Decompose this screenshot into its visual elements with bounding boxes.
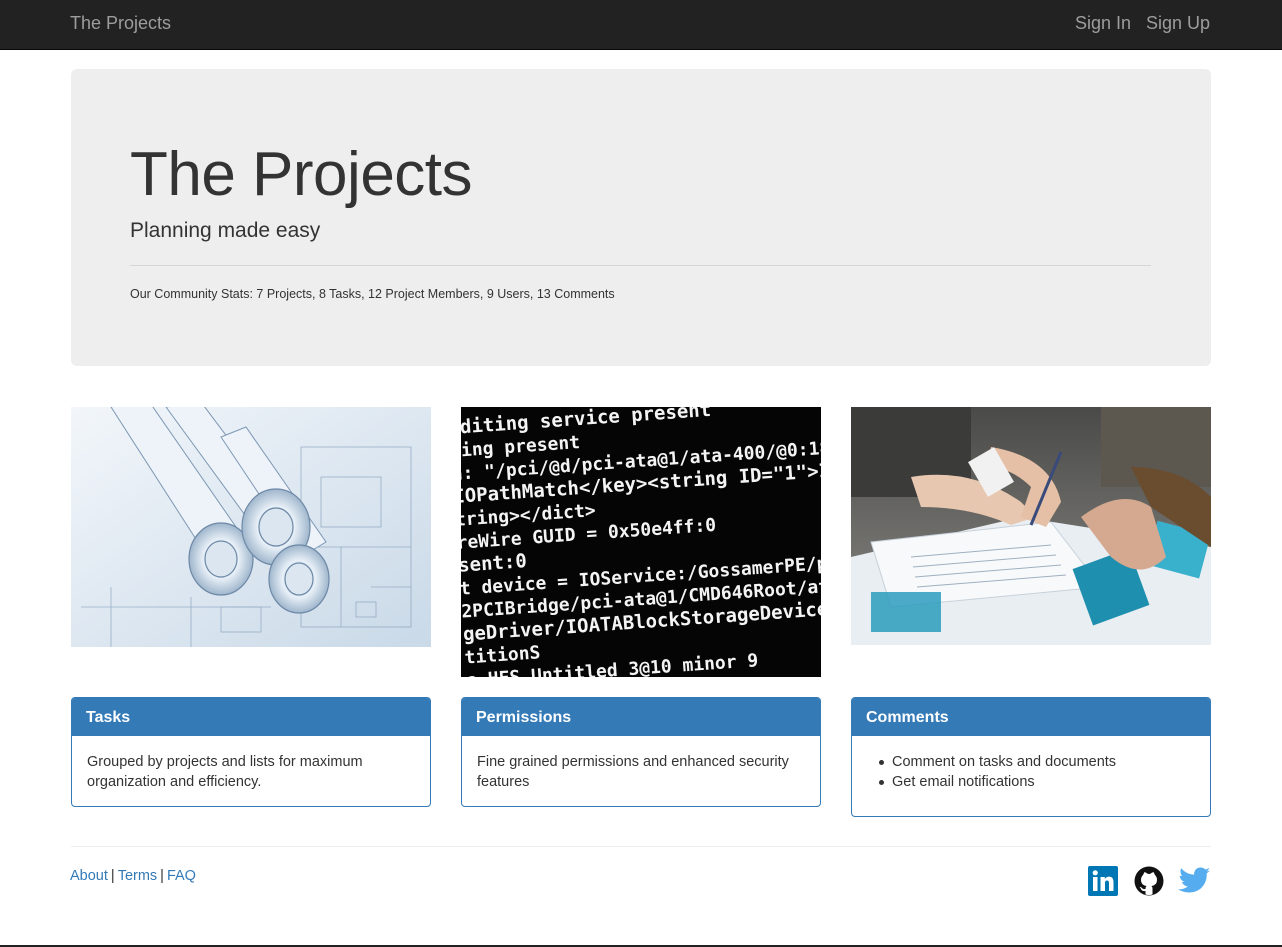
separator: | bbox=[160, 868, 164, 884]
linkedin-icon[interactable] bbox=[1088, 866, 1118, 896]
page-subtitle: Planning made easy bbox=[130, 219, 321, 242]
panel-title: Comments bbox=[852, 698, 1210, 736]
feature-list: Comment on tasks and documents Get email… bbox=[852, 752, 1196, 792]
separator: | bbox=[110, 868, 115, 884]
divider bbox=[130, 265, 1151, 266]
about-link[interactable]: About bbox=[70, 868, 108, 884]
panel-body: Fine grained permissions and enhanced se… bbox=[477, 754, 789, 790]
github-icon[interactable] bbox=[1134, 866, 1164, 896]
list-item: Comment on tasks and documents bbox=[879, 752, 1196, 772]
panel-body: Comment on tasks and documents Get email… bbox=[852, 736, 1210, 792]
footer-divider bbox=[71, 846, 1211, 847]
tasks-panel: Tasks Grouped by projects and lists for … bbox=[71, 697, 431, 807]
panel-body: Grouped by projects and lists for maximu… bbox=[87, 754, 363, 790]
list-item: Get email notifications bbox=[879, 772, 1196, 792]
blueprints-image bbox=[71, 407, 431, 647]
terminal-code-image: uditing service present ting present h: "/… bbox=[461, 407, 821, 677]
panel-title: Tasks bbox=[72, 698, 430, 736]
permissions-panel: Permissions Fine grained permissions and… bbox=[461, 697, 821, 807]
navbar: The Projects Sign In Sign Up bbox=[0, 0, 1282, 50]
terms-link[interactable]: Terms bbox=[118, 868, 157, 884]
page-title: The Projects bbox=[130, 140, 473, 209]
faq-link[interactable]: FAQ bbox=[167, 868, 196, 884]
sign-up-link[interactable]: Sign Up bbox=[1146, 13, 1210, 34]
community-stats: Our Community Stats: 7 Projects, 8 Tasks… bbox=[130, 287, 615, 301]
footer-links: About | Terms | FAQ bbox=[70, 868, 196, 884]
panel-title: Permissions bbox=[462, 698, 820, 736]
people-working-documents-image bbox=[851, 407, 1211, 645]
twitter-icon[interactable] bbox=[1177, 866, 1211, 896]
sign-in-link[interactable]: Sign In bbox=[1075, 13, 1131, 34]
navbar-brand[interactable]: The Projects bbox=[70, 13, 171, 34]
jumbotron: The Projects Planning made easy Our Comm… bbox=[71, 69, 1211, 366]
comments-panel: Comments Comment on tasks and documents … bbox=[851, 697, 1211, 817]
